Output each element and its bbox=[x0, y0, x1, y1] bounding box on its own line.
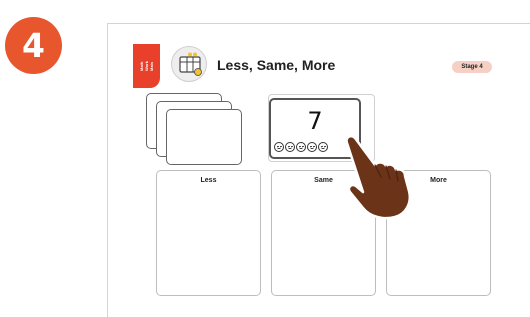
smiley-icon bbox=[274, 142, 284, 152]
math-work-mats-tab-text: Math Work Mats bbox=[133, 44, 160, 88]
smiley-icon bbox=[296, 142, 306, 152]
pointing-hand-icon bbox=[345, 134, 411, 220]
step-number-badge: 4 bbox=[5, 17, 62, 74]
activity-title: Less, Same, More bbox=[217, 57, 336, 73]
tab-line-3: Mats bbox=[149, 61, 154, 71]
activity-icon bbox=[171, 46, 207, 82]
column-less[interactable]: Less bbox=[156, 170, 261, 296]
smiley-icon bbox=[307, 142, 317, 152]
card-deck-top[interactable] bbox=[166, 109, 242, 165]
smiley-icon bbox=[285, 142, 295, 152]
math-work-mats-tab: Math Work Mats bbox=[133, 44, 160, 88]
grid-sheet-icon bbox=[179, 52, 202, 76]
column-less-label: Less bbox=[200, 177, 217, 184]
smiley-row bbox=[274, 142, 328, 152]
stage-badge: Stage 4 bbox=[452, 61, 492, 73]
